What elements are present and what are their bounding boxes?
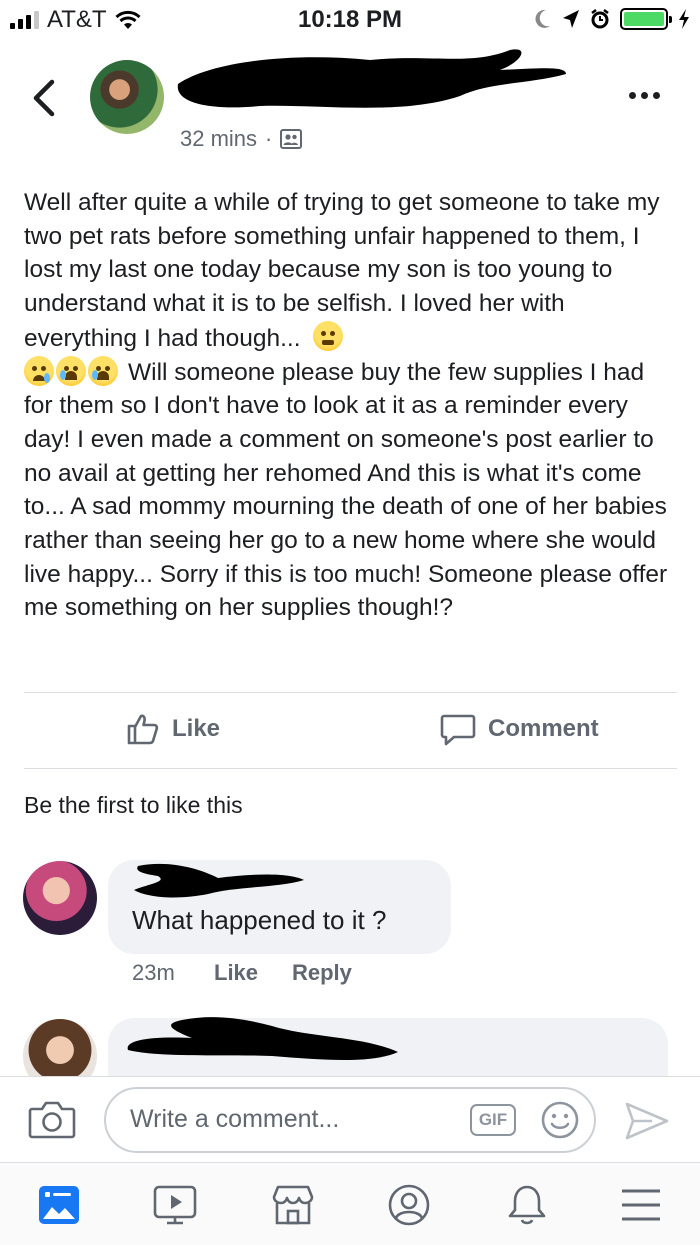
moon-icon: [535, 9, 550, 28]
location-arrow-icon: [563, 10, 579, 28]
like-label: Like: [172, 715, 221, 742]
status-right: [534, 8, 690, 30]
notifications-icon[interactable]: [504, 1183, 550, 1227]
back-chevron-icon[interactable]: [28, 78, 62, 118]
battery-icon: [620, 8, 672, 30]
comment-input-placeholder: Write a comment...: [130, 1105, 340, 1133]
speech-bubble-icon: [440, 714, 476, 746]
menu-icon[interactable]: [618, 1183, 664, 1227]
comment-input[interactable]: Write a comment... GIF: [104, 1087, 596, 1153]
watch-icon[interactable]: [152, 1183, 198, 1227]
alarm-icon: [591, 9, 609, 29]
sad-face-emoji-icon: [24, 355, 54, 386]
more-options-icon[interactable]: [629, 92, 660, 99]
post-time[interactable]: 32 mins: [180, 126, 257, 152]
comment-time: 23m: [132, 960, 175, 985]
meta-separator: ·: [265, 126, 273, 151]
camera-icon[interactable]: [28, 1099, 76, 1139]
marketplace-icon[interactable]: [270, 1183, 316, 1227]
tired-face-emoji-icon: [313, 320, 344, 351]
profile-icon[interactable]: [386, 1183, 432, 1227]
comment-composer: Write a comment... GIF: [0, 1076, 700, 1162]
reactions-summary: Be the first to like this: [24, 792, 243, 818]
group-audience-icon: [280, 129, 303, 149]
status-bar: AT&T 10:18 PM: [0, 0, 700, 40]
like-button[interactable]: Like: [126, 712, 220, 746]
post-body-paragraph-1: Well after quite a while of trying to ge…: [24, 189, 660, 352]
post-body: Well after quite a while of trying to ge…: [24, 186, 679, 625]
redacted-commenter-name: [134, 863, 304, 898]
send-icon[interactable]: [624, 1101, 670, 1141]
post-meta: 32 mins ·: [180, 126, 303, 152]
post-body-paragraph-2: Will someone please buy the few supplies…: [24, 358, 668, 622]
divider-top: [24, 692, 677, 693]
poster-avatar[interactable]: [90, 60, 164, 134]
crying-face-emoji-icon: [56, 355, 86, 386]
divider-bottom: [24, 768, 677, 769]
bottom-nav: [0, 1162, 700, 1245]
comment-button[interactable]: Comment: [440, 712, 599, 746]
redacted-poster-name: [177, 49, 566, 108]
comment-like-link[interactable]: Like: [214, 960, 258, 986]
comment-text: What happened to it ?: [132, 905, 387, 935]
redacted-commenter-name: [127, 1017, 398, 1060]
charging-bolt-icon: [679, 9, 689, 29]
comment-label: Comment: [488, 715, 599, 742]
gif-button[interactable]: GIF: [470, 1104, 516, 1136]
emoji-picker-icon[interactable]: [540, 1100, 580, 1140]
commenter-avatar[interactable]: [23, 861, 97, 935]
news-feed-icon[interactable]: [36, 1183, 82, 1227]
crying-face-emoji-icon: [88, 355, 118, 386]
thumbs-up-icon: [127, 714, 159, 745]
comment-reply-link[interactable]: Reply: [292, 960, 352, 986]
